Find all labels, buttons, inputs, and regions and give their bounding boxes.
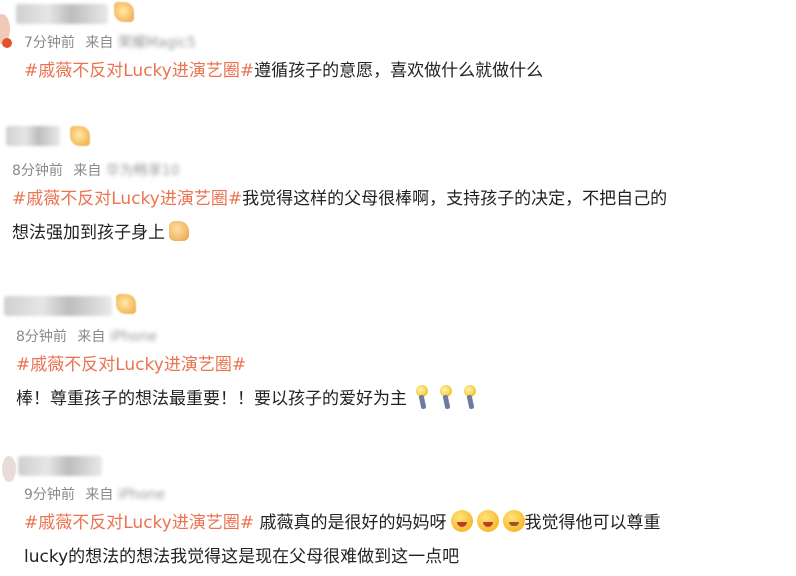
post-text-continued: 我觉得他可以尊重 bbox=[524, 513, 661, 533]
member-badge-icon bbox=[114, 2, 134, 22]
post-body: #戚薇不反对Lucky进演艺圈# 戚薇真的是很好的妈妈呀 我觉得他可以尊重 luc… bbox=[24, 506, 661, 574]
username[interactable] bbox=[6, 126, 60, 146]
post-time: 9分钟前 bbox=[24, 487, 75, 503]
post-meta: 8分钟前 来自 iPhone bbox=[16, 326, 157, 346]
torch-icon bbox=[461, 385, 479, 409]
avatar[interactable] bbox=[2, 456, 16, 482]
hashtag-link[interactable]: #戚薇不反对Lucky进演艺圈# bbox=[12, 189, 242, 209]
post-body: #戚薇不反对Lucky进演艺圈#我觉得这样的父母很棒啊，支持孩子的决定，不把自己… bbox=[12, 182, 667, 250]
torch-icon bbox=[413, 385, 431, 409]
laughing-face-icon bbox=[502, 510, 525, 532]
post-text: 我觉得这样的父母很棒啊，支持孩子的决定，不把自己的 bbox=[242, 189, 668, 209]
post-source: iPhone bbox=[117, 487, 166, 503]
thumbs-up-icon bbox=[169, 221, 189, 241]
grinning-face-icon bbox=[476, 510, 499, 532]
grinning-face-icon bbox=[450, 510, 473, 532]
username[interactable] bbox=[4, 296, 112, 316]
source-prefix: 来自 bbox=[73, 163, 102, 179]
torch-icon bbox=[437, 385, 455, 409]
source-prefix: 来自 bbox=[85, 35, 114, 51]
post-text: 棒！尊重孩子的想法最重要！！要以孩子的爱好为主 bbox=[16, 389, 407, 409]
post-time: 8分钟前 bbox=[16, 329, 67, 345]
comment-post-3: 8分钟前 来自 iPhone #戚薇不反对Lucky进演艺圈# 棒！尊重孩子的想… bbox=[0, 284, 796, 424]
hashtag-link[interactable]: #戚薇不反对Lucky进演艺圈# bbox=[24, 61, 254, 81]
username[interactable] bbox=[16, 4, 108, 24]
member-badge-icon bbox=[116, 294, 136, 314]
comment-post-1: 7分钟前 来自 荣耀Magic5 #戚薇不反对Lucky进演艺圈#遵循孩子的意愿… bbox=[0, 0, 796, 100]
post-time: 8分钟前 bbox=[12, 163, 63, 179]
username[interactable] bbox=[18, 456, 102, 476]
post-body: #戚薇不反对Lucky进演艺圈# 棒！尊重孩子的想法最重要！！要以孩子的爱好为主 bbox=[16, 348, 479, 416]
post-time: 7分钟前 bbox=[24, 35, 75, 51]
hashtag-link[interactable]: #戚薇不反对Lucky进演艺圈# bbox=[24, 513, 254, 533]
comment-post-2: 8分钟前 来自 华为畅享10 #戚薇不反对Lucky进演艺圈#我觉得这样的父母很… bbox=[0, 116, 796, 266]
post-source: iPhone bbox=[109, 329, 158, 345]
source-prefix: 来自 bbox=[85, 487, 114, 503]
post-meta: 9分钟前 来自 iPhone bbox=[24, 484, 165, 504]
post-meta: 7分钟前 来自 荣耀Magic5 bbox=[24, 32, 196, 52]
post-source: 荣耀Magic5 bbox=[117, 35, 196, 51]
post-body: #戚薇不反对Lucky进演艺圈#遵循孩子的意愿，喜欢做什么就做什么 bbox=[24, 54, 543, 88]
avatar-badge-icon bbox=[2, 38, 12, 48]
comment-post-4: 9分钟前 来自 iPhone #戚薇不反对Lucky进演艺圈# 戚薇真的是很好的… bbox=[0, 444, 796, 576]
post-source: 华为畅享10 bbox=[105, 163, 180, 179]
post-text: 遵循孩子的意愿，喜欢做什么就做什么 bbox=[254, 61, 544, 81]
hashtag-link[interactable]: #戚薇不反对Lucky进演艺圈# bbox=[16, 355, 246, 375]
post-text: 戚薇真的是很好的妈妈呀 bbox=[254, 513, 447, 533]
member-badge-icon bbox=[70, 126, 90, 146]
source-prefix: 来自 bbox=[77, 329, 106, 345]
post-text-line-2: lucky的想法的想法我觉得这是现在父母很难做到这一点吧 bbox=[24, 547, 460, 567]
post-meta: 8分钟前 来自 华为畅享10 bbox=[12, 160, 180, 180]
post-text-continued: 想法强加到孩子身上 bbox=[12, 223, 165, 243]
